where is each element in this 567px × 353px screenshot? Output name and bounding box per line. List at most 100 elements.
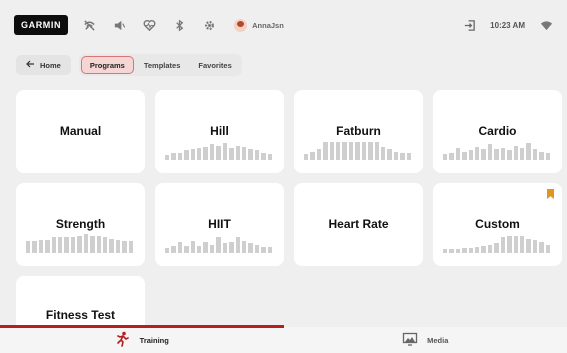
profile-bar bbox=[500, 148, 506, 160]
program-card-hill[interactable]: Hill bbox=[155, 90, 284, 173]
profile-bar bbox=[481, 245, 486, 253]
program-card-custom[interactable]: Custom bbox=[433, 183, 562, 266]
profile-bar bbox=[513, 236, 518, 253]
profile-bar bbox=[449, 249, 454, 253]
bottom-tab-label: Training bbox=[139, 335, 169, 345]
strength-profile bbox=[26, 227, 135, 253]
profile-bar bbox=[532, 149, 538, 160]
cardio-profile bbox=[443, 134, 552, 160]
profile-bar bbox=[216, 237, 221, 253]
profile-bar bbox=[241, 241, 247, 253]
profile-bar bbox=[526, 238, 531, 253]
fatburn-profile bbox=[304, 134, 413, 160]
profile-bar bbox=[393, 151, 399, 160]
profile-bar bbox=[77, 236, 82, 253]
profile-bar bbox=[507, 150, 512, 160]
home-button[interactable]: Home bbox=[16, 55, 71, 75]
profile-bar bbox=[177, 152, 183, 160]
profile-bar bbox=[368, 142, 373, 160]
home-button-label: Home bbox=[40, 60, 61, 70]
profile-bar bbox=[348, 142, 354, 160]
tab-templates[interactable]: Templates bbox=[136, 56, 189, 74]
profile-bar bbox=[526, 143, 531, 160]
profile-bar bbox=[329, 142, 335, 160]
profile-bar bbox=[203, 146, 208, 160]
mute-icon[interactable] bbox=[112, 18, 126, 32]
profile-bar bbox=[310, 151, 315, 160]
profile-bar bbox=[513, 145, 518, 160]
heart-rate-icon[interactable] bbox=[142, 18, 156, 32]
program-card-manual[interactable]: Manual bbox=[16, 90, 145, 173]
profile-bar bbox=[323, 142, 328, 160]
program-card-heart-rate[interactable]: Heart Rate bbox=[294, 183, 423, 266]
profile-bar bbox=[38, 239, 44, 253]
program-title: Fitness Test bbox=[45, 308, 116, 322]
profile-bar bbox=[539, 242, 544, 253]
profile-bar bbox=[190, 241, 196, 253]
profile-bar bbox=[190, 149, 196, 160]
profile-bar bbox=[51, 237, 57, 253]
program-card-hiit[interactable]: HIIT bbox=[155, 183, 284, 266]
username: AnnaJsn bbox=[252, 20, 284, 30]
garmin-logo: GARMIN bbox=[14, 15, 69, 35]
hiit-profile bbox=[165, 227, 274, 253]
program-card-cardio[interactable]: Cardio bbox=[433, 90, 562, 173]
profile-bar bbox=[494, 243, 499, 253]
sub-navigation: Home Programs Templates Favorites bbox=[16, 54, 242, 76]
bluetooth-icon[interactable] bbox=[172, 18, 186, 32]
tab-programs[interactable]: Programs bbox=[80, 56, 134, 74]
profile-bar bbox=[171, 245, 176, 253]
profile-bar bbox=[241, 146, 247, 160]
logout-icon[interactable] bbox=[462, 18, 476, 32]
back-arrow-icon bbox=[26, 60, 35, 70]
no-signal-icon[interactable] bbox=[82, 18, 96, 32]
program-card-fatburn[interactable]: Fatburn bbox=[294, 90, 423, 173]
profile-bar bbox=[462, 248, 467, 253]
bottom-tab-media[interactable]: Media bbox=[284, 327, 567, 353]
profile-bar bbox=[455, 148, 461, 160]
user-profile[interactable]: AnnaJsn bbox=[234, 18, 284, 32]
profile-bar bbox=[267, 247, 272, 253]
bottom-tab-training[interactable]: Training bbox=[0, 325, 284, 353]
profile-bar bbox=[254, 244, 260, 253]
custom-profile bbox=[443, 227, 552, 253]
bookmark-icon[interactable] bbox=[547, 189, 554, 199]
program-card-strength[interactable]: Strength bbox=[16, 183, 145, 266]
profile-bar bbox=[481, 149, 486, 160]
profile-bar bbox=[184, 245, 189, 253]
programs-grid: Manual Hill Fatburn Cardio Strength HIIT… bbox=[16, 90, 562, 336]
profile-bar bbox=[216, 145, 221, 160]
profile-bar bbox=[455, 249, 461, 253]
top-status-bar: GARMIN AnnaJsn 10:23 AM bbox=[0, 0, 567, 50]
program-title: Heart Rate bbox=[328, 217, 389, 231]
profile-bar bbox=[400, 152, 405, 160]
profile-bar bbox=[449, 152, 454, 160]
hill-profile bbox=[165, 134, 274, 160]
profile-bar bbox=[507, 236, 512, 253]
profile-bar bbox=[115, 239, 121, 253]
wifi-icon[interactable] bbox=[539, 18, 553, 32]
media-screen-icon bbox=[402, 331, 418, 349]
profile-bar bbox=[102, 237, 108, 253]
profile-bar bbox=[171, 152, 176, 160]
profile-bar bbox=[261, 247, 266, 253]
profile-bar bbox=[165, 155, 170, 160]
profile-bar bbox=[361, 142, 367, 160]
profile-bar bbox=[222, 143, 228, 160]
profile-bar bbox=[197, 148, 202, 160]
profile-bar bbox=[209, 244, 215, 253]
profile-bar bbox=[90, 236, 95, 253]
running-person-icon bbox=[115, 331, 131, 349]
profile-bar bbox=[184, 150, 189, 160]
profile-bar bbox=[83, 233, 89, 253]
profile-bar bbox=[380, 146, 386, 160]
profile-bar bbox=[209, 144, 215, 160]
tab-favorites[interactable]: Favorites bbox=[190, 56, 239, 74]
profile-bar bbox=[519, 236, 525, 253]
avatar bbox=[234, 18, 248, 32]
profile-bar bbox=[532, 239, 538, 253]
settings-icon[interactable] bbox=[202, 18, 216, 32]
profile-bar bbox=[26, 241, 31, 253]
clock: 10:23 AM bbox=[490, 20, 525, 30]
program-title: Manual bbox=[59, 124, 102, 138]
